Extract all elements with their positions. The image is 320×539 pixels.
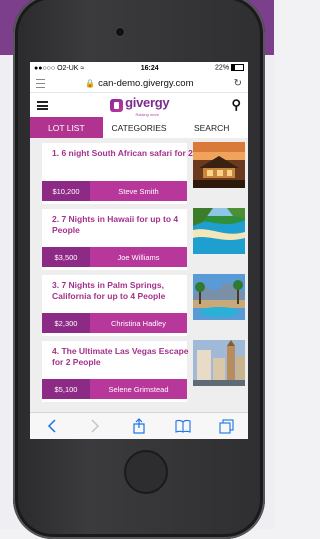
bookmarks-icon[interactable]	[175, 418, 191, 434]
lot-seller: Selene Grimstead	[90, 379, 187, 399]
lot-card[interactable]: 4. The Ultimate Las Vegas Escape for 2 P…	[30, 340, 248, 402]
hamburger-menu-icon[interactable]	[37, 100, 48, 110]
lot-title[interactable]: 3. 7 Nights in Palm Springs, California …	[52, 280, 194, 301]
clock: 16:24	[140, 64, 159, 72]
tab-search[interactable]: SEARCH	[175, 117, 248, 138]
lot-info-row: $2,300 Christina Hadley	[42, 313, 187, 333]
back-icon[interactable]	[44, 418, 60, 434]
givergy-logo[interactable]: givergy Raising more	[110, 94, 170, 117]
reload-icon[interactable]: ↻	[234, 78, 242, 89]
lock-icon: 🔒	[85, 78, 96, 88]
browser-toolbar	[30, 412, 248, 439]
wifi-icon: ≈	[80, 64, 85, 72]
status-bar: ●●○○○ O2-UK ≈ 16:24 22%	[30, 62, 248, 74]
battery-icon	[231, 64, 244, 72]
app-header: givergy Raising more ⚲	[30, 93, 248, 117]
carrier-label: ●●○○○ O2-UK ≈	[34, 64, 85, 72]
tab-categories[interactable]: CATEGORIES	[102, 117, 176, 138]
las-vegas-hotel-image[interactable]	[193, 340, 245, 386]
logo-tagline: Raising more	[135, 111, 160, 117]
lot-seller: Christina Hadley	[90, 313, 187, 333]
lot-list: 1. 6 night South African safari for 2 $1…	[30, 138, 248, 435]
search-icon[interactable]: ⚲	[231, 97, 241, 113]
lot-price: $10,200	[42, 181, 90, 201]
phone-screen: ●●○○○ O2-UK ≈ 16:24 22% 🔒 can-demo.giverg…	[30, 62, 248, 439]
hawaii-beach-image[interactable]	[193, 208, 245, 254]
lot-info-row: $10,200 Steve Smith	[42, 181, 187, 201]
logo-text: givergy	[125, 94, 170, 110]
reader-view-icon[interactable]	[36, 78, 45, 88]
lot-seller: Joe Williams	[90, 247, 187, 267]
share-icon[interactable]	[131, 418, 147, 434]
url-text: can-demo.givergy.com	[98, 77, 194, 89]
tab-bar: LOT LIST CATEGORIES SEARCH	[30, 117, 248, 138]
palm-springs-pool-image[interactable]	[193, 274, 245, 320]
lot-price: $2,300	[42, 313, 90, 333]
lot-info-row: $3,500 Joe Williams	[42, 247, 187, 267]
home-button[interactable]	[124, 450, 168, 494]
lot-price: $3,500	[42, 247, 90, 267]
lot-title[interactable]: 1. 6 night South African safari for 2	[52, 148, 194, 159]
lot-info-row: $5,100 Selene Grimstead	[42, 379, 187, 399]
logo-mark-icon	[110, 98, 124, 112]
lot-card[interactable]: 1. 6 night South African safari for 2 $1…	[30, 142, 248, 204]
lot-seller: Steve Smith	[90, 181, 187, 201]
lot-title[interactable]: 2. 7 Nights in Hawaii for up to 4 People	[52, 214, 194, 235]
url-field[interactable]: 🔒 can-demo.givergy.com	[85, 78, 193, 89]
front-camera	[116, 28, 124, 36]
battery-status: 22%	[215, 64, 244, 72]
lot-title[interactable]: 4. The Ultimate Las Vegas Escape for 2 P…	[52, 346, 194, 367]
lot-card[interactable]: 2. 7 Nights in Hawaii for up to 4 People…	[30, 208, 248, 270]
tab-lot-list[interactable]: LOT LIST	[30, 117, 103, 138]
safari-lodge-image[interactable]	[193, 142, 245, 188]
lot-price: $5,100	[42, 379, 90, 399]
tabs-icon[interactable]	[218, 418, 234, 434]
browser-url-bar[interactable]: 🔒 can-demo.givergy.com ↻	[30, 74, 248, 93]
forward-icon[interactable]	[87, 418, 103, 434]
lot-card[interactable]: 3. 7 Nights in Palm Springs, California …	[30, 274, 248, 336]
